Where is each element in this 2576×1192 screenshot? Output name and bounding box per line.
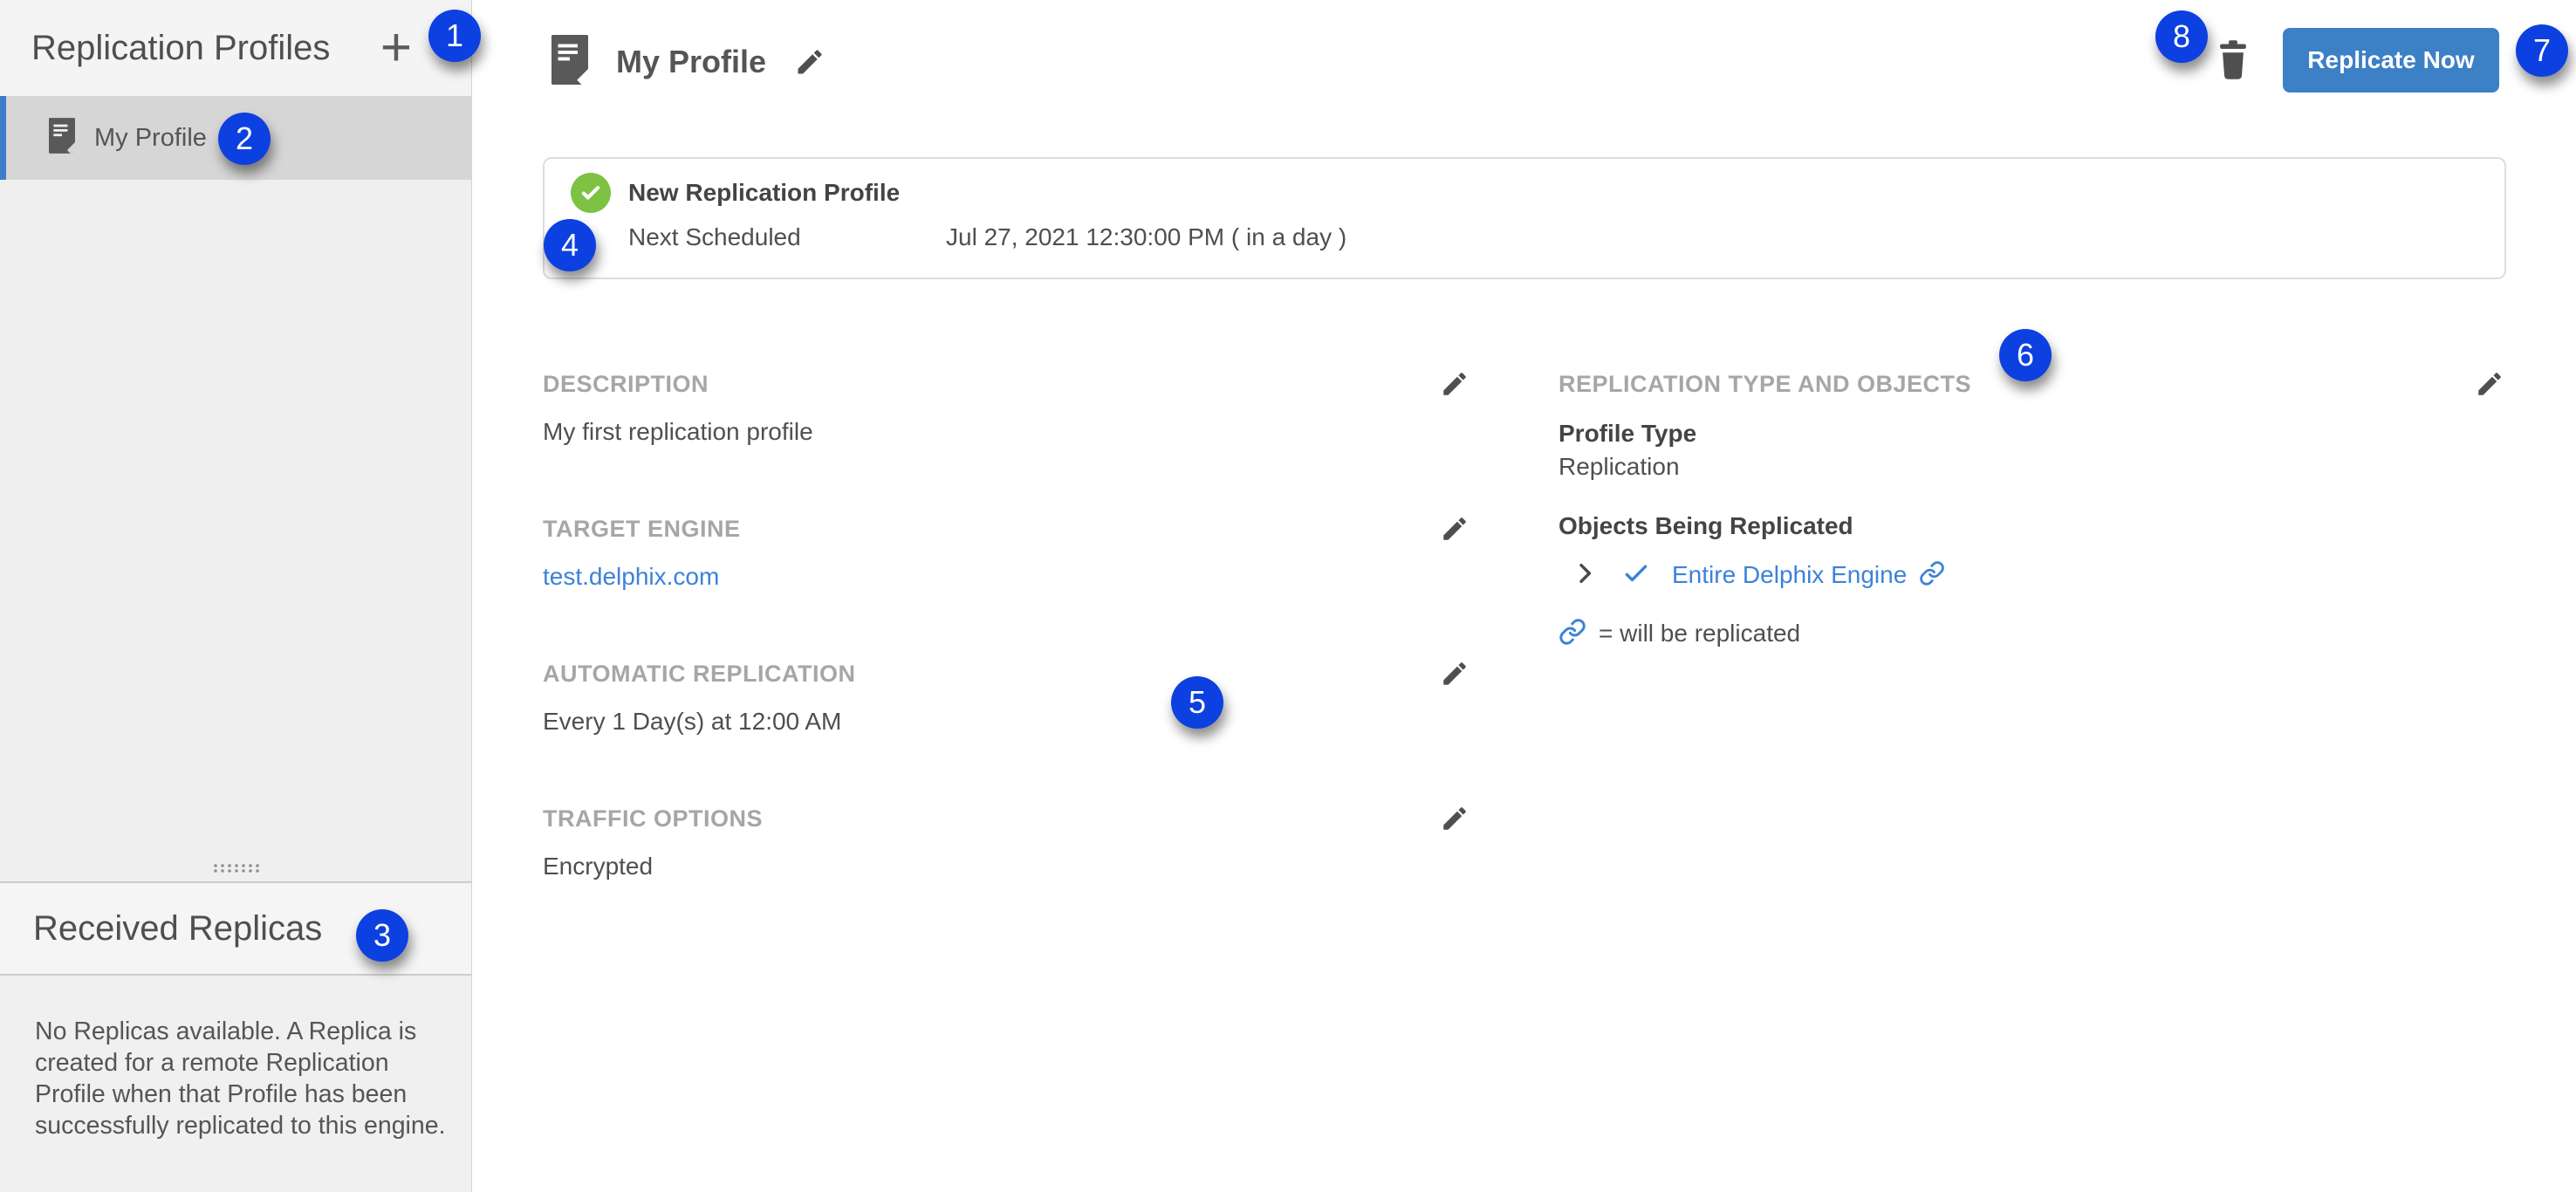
pencil-icon: [2475, 388, 2504, 401]
target-engine-link[interactable]: test.delphix.com: [543, 563, 719, 590]
status-title: New Replication Profile: [628, 179, 900, 207]
received-replicas-panel: No Replicas available. A Replica is crea…: [0, 977, 471, 1192]
sidebar-header: Replication Profiles +: [0, 0, 471, 96]
legend-text: = will be replicated: [1599, 620, 1800, 647]
received-replicas-title: Received Replicas: [33, 909, 322, 949]
sidebar: Replication Profiles + My Profile: [0, 0, 472, 1192]
description-value: My first replication profile: [543, 418, 1470, 446]
objects-being-replicated-label: Objects Being Replicated: [1559, 512, 2504, 540]
replication-profiles-page: Replication Profiles + My Profile: [0, 0, 2576, 1192]
received-replicas-empty-text: No Replicas available. A Replica is crea…: [35, 1016, 452, 1141]
panel-resize-handle[interactable]: [212, 862, 261, 878]
replicate-now-button[interactable]: Replicate Now: [2283, 28, 2499, 92]
delete-profile-button[interactable]: [2215, 40, 2251, 80]
traffic-options-section: TRAFFIC OPTIONS Encrypted: [543, 804, 1470, 949]
sidebar-item-label: My Profile: [94, 124, 207, 153]
profile-actions: Replicate Now: [2215, 28, 2499, 92]
status-banner: New Replication Profile Next Scheduled J…: [543, 157, 2506, 279]
annotation-badge-3: 3: [356, 909, 408, 962]
traffic-options-value: Encrypted: [543, 853, 1470, 880]
traffic-options-label: TRAFFIC OPTIONS: [543, 805, 763, 832]
annotation-badge-4: 4: [544, 219, 596, 271]
description-section: DESCRIPTION My first replication profile: [543, 369, 1470, 514]
automatic-replication-value: Every 1 Day(s) at 12:00 AM: [543, 708, 1470, 736]
page-title: My Profile: [616, 44, 766, 80]
next-scheduled-value: Jul 27, 2021 12:30:00 PM ( in a day ): [946, 223, 1346, 251]
pencil-icon: [1440, 533, 1470, 546]
target-engine-label: TARGET ENGINE: [543, 516, 741, 543]
success-check-icon: [571, 173, 611, 213]
pencil-icon: [1440, 823, 1470, 836]
edit-replication-type-button[interactable]: [2475, 369, 2504, 399]
edit-automatic-replication-button[interactable]: [1440, 659, 1470, 688]
edit-profile-name-button[interactable]: [794, 46, 826, 78]
details-right-column: REPLICATION TYPE AND OBJECTS Profile Typ…: [1559, 369, 2504, 650]
replication-profile-icon: [49, 118, 75, 158]
check-icon: [1621, 558, 1651, 593]
pencil-icon: [1440, 388, 1470, 401]
details-left-column: DESCRIPTION My first replication profile…: [543, 369, 1470, 949]
next-scheduled-label: Next Scheduled: [628, 223, 946, 251]
pencil-icon: [1440, 678, 1470, 691]
plus-icon: +: [380, 17, 412, 78]
chevron-right-icon[interactable]: [1571, 559, 1599, 592]
annotation-badge-8: 8: [2155, 10, 2208, 63]
profile-list: My Profile: [0, 96, 471, 881]
trash-icon: [2215, 70, 2251, 83]
target-engine-section: TARGET ENGINE test.delphix.com: [543, 514, 1470, 659]
automatic-replication-section: AUTOMATIC REPLICATION Every 1 Day(s) at …: [543, 659, 1470, 804]
description-label: DESCRIPTION: [543, 371, 709, 398]
annotation-badge-1: 1: [428, 10, 481, 62]
automatic-replication-label: AUTOMATIC REPLICATION: [543, 661, 855, 688]
profile-type-value: Replication: [1559, 453, 2504, 481]
annotation-badge-6: 6: [1999, 329, 2052, 381]
profile-details: DESCRIPTION My first replication profile…: [543, 369, 2504, 949]
sidebar-title: Replication Profiles: [31, 29, 330, 68]
annotation-badge-5: 5: [1171, 676, 1223, 729]
annotation-badge-2: 2: [218, 113, 271, 165]
edit-target-engine-button[interactable]: [1440, 514, 1470, 544]
annotation-badge-7: 7: [2516, 24, 2568, 77]
add-profile-button[interactable]: +: [372, 20, 421, 76]
page-title-row: My Profile: [552, 35, 826, 89]
link-chain-icon: [1559, 618, 1586, 650]
edit-traffic-options-button[interactable]: [1440, 804, 1470, 833]
replication-type-label: REPLICATION TYPE AND OBJECTS: [1559, 371, 1971, 398]
replication-profile-icon: [552, 35, 588, 89]
entire-delphix-engine-link[interactable]: Entire Delphix Engine: [1672, 561, 1907, 589]
pencil-icon: [794, 67, 826, 80]
edit-description-button[interactable]: [1440, 369, 1470, 399]
link-chain-icon: [1919, 560, 1945, 591]
replication-legend: = will be replicated: [1559, 617, 2504, 650]
replicated-object-row: Entire Delphix Engine: [1559, 558, 2504, 593]
profile-type-label: Profile Type: [1559, 420, 2504, 448]
